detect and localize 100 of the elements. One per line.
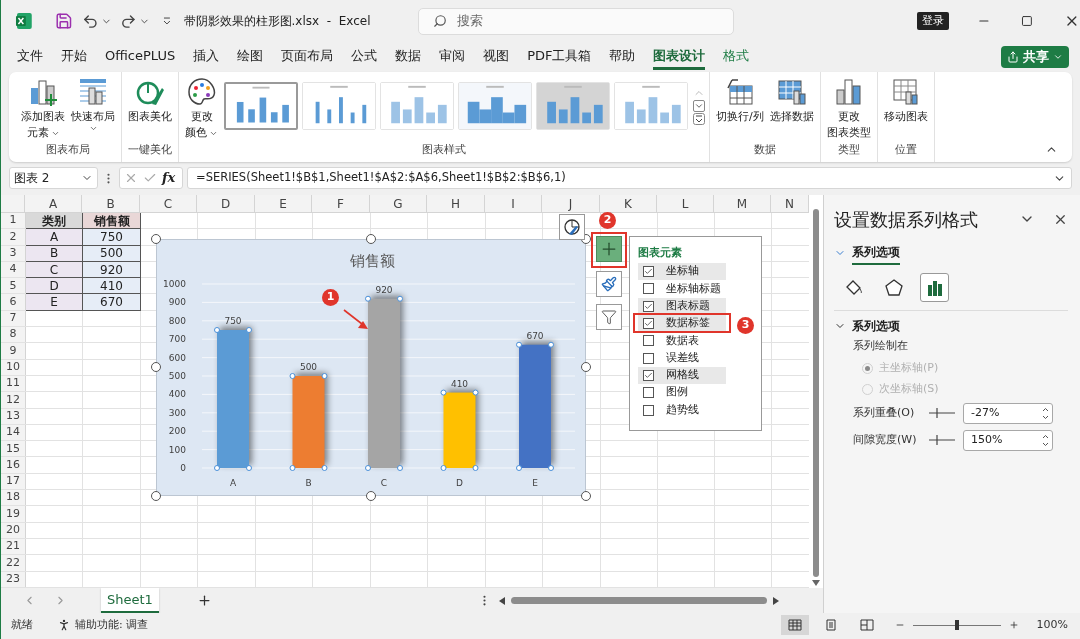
column-header[interactable]: B	[82, 195, 140, 212]
column-header[interactable]: K	[600, 195, 657, 212]
ribbon-tab[interactable]: 页面布局	[281, 44, 334, 70]
row-header[interactable]: 22	[1, 555, 26, 571]
ribbon-tab[interactable]: 数据	[395, 44, 422, 70]
row-header[interactable]: 16	[1, 457, 26, 473]
chart-element-option[interactable]: 图例	[638, 384, 726, 402]
column-header[interactable]: L	[657, 195, 714, 212]
zoom-in-icon[interactable]	[1008, 620, 1019, 630]
customize-icon[interactable]	[161, 16, 172, 26]
row-header[interactable]: 5	[1, 278, 26, 294]
ribbon-tab[interactable]: 公式	[351, 44, 378, 70]
zoom-slider[interactable]	[912, 619, 1001, 631]
add-sheet-icon[interactable]	[196, 593, 212, 608]
resize-handle[interactable]	[581, 362, 591, 372]
ribbon-tab[interactable]: OfficePLUS	[105, 44, 176, 70]
column-header[interactable]: E	[255, 195, 312, 212]
ribbon-tab[interactable]: 插入	[193, 44, 220, 70]
column-header[interactable]: M	[714, 195, 771, 212]
resize-handle[interactable]	[151, 491, 161, 501]
ribbon-button[interactable]: 图表美化	[126, 76, 174, 124]
chart-element-option[interactable]: 趋势线	[638, 401, 726, 419]
expand-gallery-icon[interactable]	[693, 113, 705, 125]
row-header[interactable]: 2	[1, 229, 26, 245]
ribbon-tab[interactable]: 绘图	[237, 44, 264, 70]
chart-style-thumbnail[interactable]	[224, 82, 298, 130]
ribbon-tab[interactable]: 审阅	[439, 44, 466, 70]
row-header[interactable]: 12	[1, 392, 26, 408]
resize-handle[interactable]	[581, 491, 591, 501]
ribbon-button[interactable]: 移动图表	[881, 76, 930, 124]
row-header[interactable]: 18	[1, 490, 26, 506]
ribbon-tab[interactable]: 格式	[723, 44, 750, 70]
chart-element-option[interactable]: 坐标轴标题	[638, 280, 726, 298]
search-field[interactable]: 搜索	[418, 7, 734, 35]
ribbon-tab[interactable]: 视图	[483, 44, 510, 70]
view-button[interactable]	[780, 615, 809, 635]
chart-element-option[interactable]: 误差线	[638, 349, 726, 367]
maximize-icon[interactable]	[1021, 15, 1034, 27]
column-header[interactable]: A	[25, 195, 82, 212]
chart-elements-button[interactable]	[596, 236, 622, 262]
sheet-tab[interactable]: Sheet1	[101, 588, 159, 613]
checkbox[interactable]	[643, 352, 654, 364]
spreadsheet-logo-icon[interactable]	[15, 12, 33, 30]
column-header[interactable]: J	[542, 195, 600, 212]
share-button[interactable]: 共享	[1001, 46, 1069, 68]
ribbon-button[interactable]: 更改 颜色	[183, 76, 220, 140]
scroll-right-icon[interactable]	[772, 596, 779, 605]
row-header[interactable]: 15	[1, 441, 26, 457]
ribbon-tab[interactable]: 文件	[17, 44, 43, 70]
sign-in-button[interactable]: 登录	[916, 12, 949, 30]
row-header[interactable]: 19	[1, 506, 26, 522]
column-header[interactable]: C	[140, 195, 197, 212]
row-header[interactable]: 6	[1, 294, 26, 310]
pane-section-tab[interactable]: 系列选项	[852, 241, 900, 265]
ribbon-tab[interactable]: 帮助	[609, 44, 636, 70]
insert-function-button[interactable]: fx	[162, 168, 176, 188]
row-header[interactable]: 1	[1, 213, 26, 229]
chart-filter-button[interactable]	[596, 304, 622, 330]
save-icon[interactable]	[54, 12, 73, 30]
ribbon-button[interactable]: 切换行/列	[714, 76, 766, 124]
checkbox[interactable]	[643, 369, 654, 381]
undo-icon[interactable]	[82, 12, 100, 30]
formula-field[interactable]: =SERIES(Sheet1!$B$1,Sheet1!$A$2:$A$6,Sheet1!$B$2:$B$6,1)	[187, 167, 1072, 189]
checkbox[interactable]	[643, 387, 654, 399]
ribbon-button[interactable]: 选择数据	[767, 76, 816, 124]
horizontal-scrollbar[interactable]	[498, 594, 779, 607]
chart-styles-button[interactable]	[596, 271, 622, 297]
ribbon-button[interactable]: 快速布局	[69, 76, 117, 133]
ribbon-button[interactable]: 更改 图表类型	[824, 76, 873, 140]
column-header[interactable]: I	[485, 195, 542, 212]
checkbox[interactable]	[643, 318, 654, 330]
spinner-icon[interactable]	[1042, 406, 1049, 420]
scroll-left-icon[interactable]	[498, 596, 505, 605]
checkbox[interactable]	[643, 404, 654, 416]
row-header[interactable]: 8	[1, 327, 26, 343]
column-header[interactable]: H	[427, 195, 485, 212]
spin-field[interactable]: -27%	[963, 402, 1053, 424]
chart-element-option[interactable]: 网格线	[638, 366, 726, 385]
ribbon-tab[interactable]: 开始	[61, 44, 87, 70]
resize-handle[interactable]	[151, 362, 161, 372]
ribbon-tab[interactable]: PDF工具箱	[527, 44, 592, 70]
accessibility-status[interactable]: 辅助功能: 调查	[75, 616, 149, 634]
checkbox[interactable]	[643, 335, 654, 347]
name-box[interactable]: 图表 2	[9, 167, 98, 189]
spin-field[interactable]: 150%	[963, 429, 1053, 451]
chart-styles-button[interactable]	[559, 214, 585, 240]
accessibility-icon[interactable]	[57, 618, 71, 632]
resize-handle[interactable]	[151, 234, 161, 244]
row-header[interactable]: 9	[1, 343, 26, 359]
spinner-icon[interactable]	[1042, 433, 1049, 447]
zoom-level[interactable]: 100%	[1036, 616, 1068, 634]
vertical-scrollbar[interactable]	[809, 195, 823, 588]
resize-handle[interactable]	[366, 491, 376, 501]
resize-handle[interactable]	[366, 234, 376, 244]
redo-icon[interactable]	[120, 12, 137, 30]
chart-element-option[interactable]: 数据表	[638, 332, 726, 350]
checkbox[interactable]	[643, 283, 654, 295]
column-header[interactable]: F	[312, 195, 370, 212]
ribbon-button[interactable]: 添加图表 元素	[19, 76, 67, 140]
column-header[interactable]: D	[197, 195, 255, 212]
